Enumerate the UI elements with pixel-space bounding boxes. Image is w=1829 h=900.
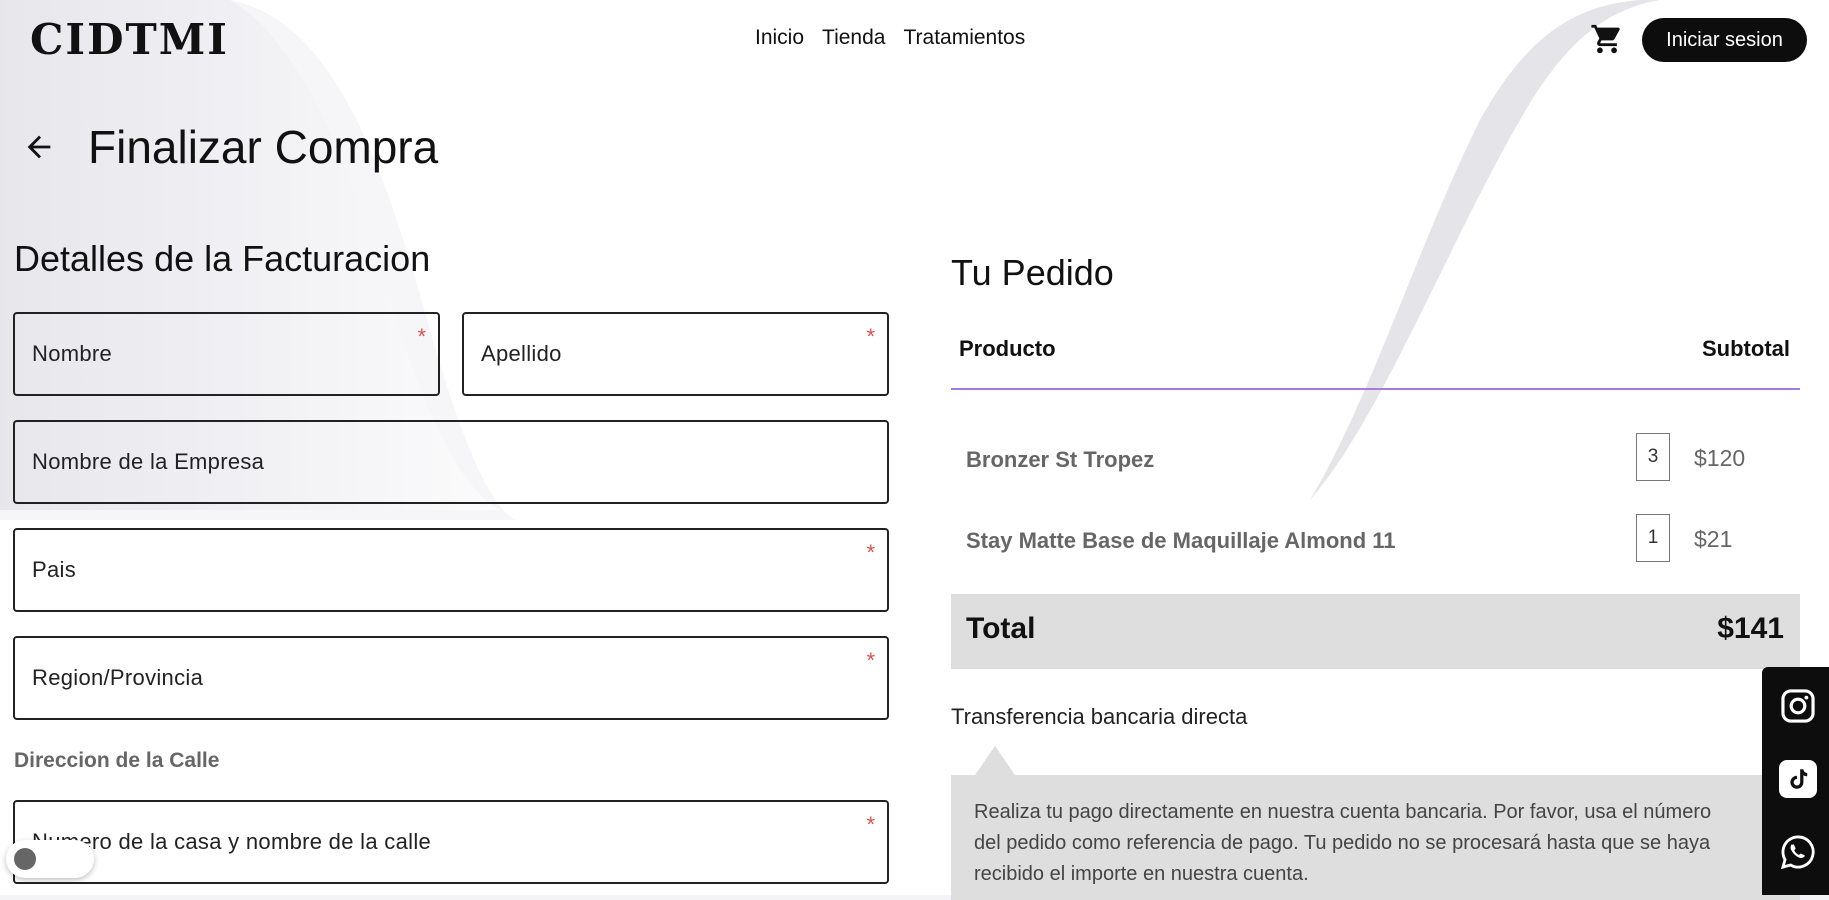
payment-line: Realiza tu pago directamente en nuestra … [974, 801, 1712, 823]
country-placeholder: Pais [32, 557, 76, 582]
company-field[interactable]: Nombre de la Empresa [13, 420, 889, 504]
item-price: $21 [1694, 526, 1733, 552]
street-label: Direccion de la Calle [14, 749, 220, 772]
region-field[interactable]: Region/Provincia * [13, 636, 889, 720]
column-product: Producto [959, 336, 1056, 361]
order-table-header: Producto Subtotal [951, 322, 1800, 390]
street-field[interactable]: Numero de la casa y nombre de la calle * [13, 800, 889, 884]
page-title: Finalizar Compra [88, 121, 439, 173]
arrow-left-icon[interactable] [22, 130, 56, 164]
total-value: $141 [1717, 612, 1784, 645]
required-mark: * [866, 540, 875, 565]
order-total: Total $141 [951, 594, 1800, 669]
required-mark: * [866, 812, 875, 837]
nav-tratamientos[interactable]: Tratamientos [903, 26, 1025, 50]
billing-title: Detalles de la Facturacion [14, 238, 431, 279]
nav-inicio[interactable]: Inicio [755, 26, 804, 50]
payment-line: recibido el importe en nuestra cuenta. [974, 863, 1309, 885]
required-mark: * [417, 324, 426, 349]
required-mark: * [866, 324, 875, 349]
login-button[interactable]: Iniciar sesion [1642, 18, 1807, 62]
item-price: $120 [1694, 445, 1746, 471]
item-quantity[interactable]: 1 [1636, 514, 1670, 562]
item-quantity[interactable]: 3 [1636, 433, 1670, 481]
toggle-knob [14, 848, 36, 870]
required-mark: * [866, 648, 875, 673]
order-title: Tu Pedido [951, 252, 1114, 293]
order-item: Bronzer St Tropez 3 $120 [951, 433, 1800, 483]
social-sidebar [1762, 667, 1829, 895]
whatsapp-icon[interactable] [1779, 833, 1817, 871]
tiktok-icon[interactable] [1779, 760, 1817, 798]
payment-text: Realiza tu pago directamente en nuestra … [974, 797, 1794, 890]
first-name-field[interactable]: Nombre * [13, 312, 440, 396]
last-name-field[interactable]: Apellido * [462, 312, 889, 396]
main-nav: Inicio Tienda Tratamientos [755, 26, 1025, 50]
payment-description: Realiza tu pago directamente en nuestra … [951, 746, 1800, 900]
item-name: Stay Matte Base de Maquillaje Almond 11 [966, 528, 1396, 553]
column-subtotal: Subtotal [1702, 336, 1790, 361]
logo[interactable]: CIDTMI [30, 19, 229, 61]
last-name-placeholder: Apellido [481, 341, 562, 366]
instagram-icon[interactable] [1779, 687, 1817, 725]
order-item: Stay Matte Base de Maquillaje Almond 11 … [951, 514, 1800, 564]
total-label: Total [966, 612, 1036, 645]
cart-icon[interactable] [1590, 22, 1624, 56]
country-field[interactable]: Pais * [13, 528, 889, 612]
region-placeholder: Region/Provincia [32, 665, 204, 690]
first-name-placeholder: Nombre [32, 341, 113, 366]
payment-method-label[interactable]: Transferencia bancaria directa [951, 704, 1247, 730]
nav-tienda[interactable]: Tienda [822, 26, 885, 50]
theme-toggle[interactable] [6, 840, 94, 878]
company-placeholder: Nombre de la Empresa [32, 449, 265, 474]
payment-line: del pedido como referencia de pago. Tu p… [974, 832, 1711, 854]
item-name: Bronzer St Tropez [966, 447, 1155, 472]
